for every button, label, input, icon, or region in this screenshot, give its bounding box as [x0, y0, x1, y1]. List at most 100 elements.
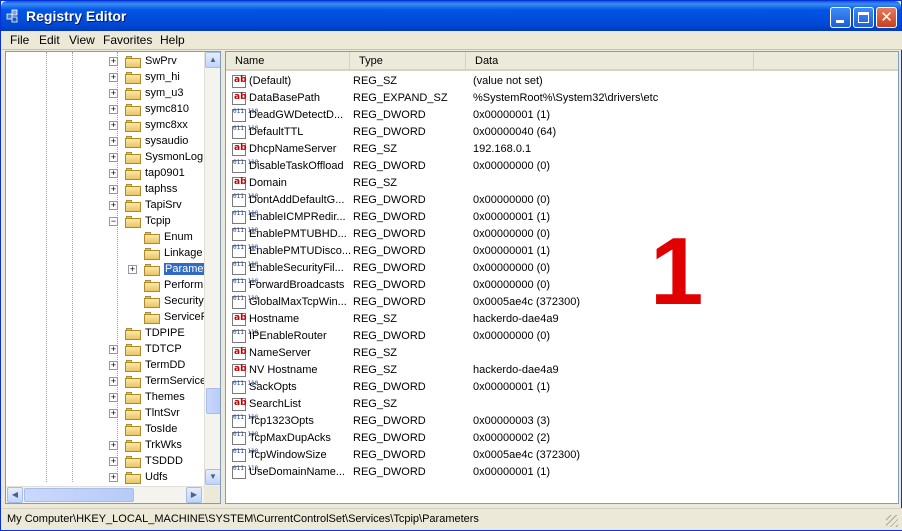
- minimize-button[interactable]: [830, 7, 851, 28]
- tree-item[interactable]: + Paramet: [6, 262, 208, 278]
- tree-item[interactable]: TDPIPE: [6, 326, 204, 342]
- scroll-left-icon[interactable]: ◀: [7, 487, 23, 503]
- tree-item-label[interactable]: TDPIPE: [145, 327, 185, 339]
- tree-item-label[interactable]: sysaudio: [145, 135, 188, 147]
- value-row[interactable]: DhcpNameServer REG_SZ 192.168.0.1: [226, 141, 898, 158]
- value-row[interactable]: DisableTaskOffload REG_DWORD 0x00000000 (0…: [226, 158, 898, 175]
- value-row[interactable]: DataBasePath REG_EXPAND_SZ %SystemRoot%\Sy…: [226, 90, 898, 107]
- expand-icon[interactable]: +: [109, 409, 118, 418]
- tree-item-label[interactable]: Enum: [164, 231, 193, 243]
- tree-item-label[interactable]: TosIde: [145, 423, 177, 435]
- key-tree-pane[interactable]: + SwPrv + sym_hi + sym_u3 + symc810 + symc8xx + sys…: [5, 51, 221, 504]
- column-header-name[interactable]: Name: [226, 52, 350, 71]
- expand-icon[interactable]: +: [109, 361, 118, 370]
- tree-item-label[interactable]: Udfs: [145, 471, 168, 483]
- expand-icon[interactable]: +: [109, 169, 118, 178]
- tree-item-label[interactable]: sym_u3: [145, 87, 184, 99]
- value-row[interactable]: SearchList REG_SZ: [226, 396, 898, 413]
- title-bar[interactable]: Registry Editor ✕: [1, 1, 901, 31]
- scroll-up-icon[interactable]: ▲: [205, 52, 220, 68]
- menu-view[interactable]: View: [69, 33, 95, 47]
- tree-item-label[interactable]: Themes: [145, 391, 185, 403]
- tree-vertical-scrollbar[interactable]: ▲ ▼: [204, 52, 220, 486]
- resize-grip-icon[interactable]: [886, 515, 898, 527]
- tree-item[interactable]: TosIde: [6, 422, 204, 438]
- tree-item[interactable]: + SysmonLog: [6, 150, 204, 166]
- tree-item-label[interactable]: symc810: [145, 103, 189, 115]
- tree-item[interactable]: + symc8xx: [6, 118, 204, 134]
- tree-item-label[interactable]: TapiSrv: [145, 199, 182, 211]
- tree-item[interactable]: + SwPrv: [6, 54, 204, 70]
- tree-scroll-thumb[interactable]: [206, 388, 220, 414]
- tree-item[interactable]: + sysaudio: [6, 134, 204, 150]
- expand-icon[interactable]: +: [109, 473, 118, 482]
- tree-item-label[interactable]: Paramet: [164, 263, 208, 275]
- tree-hscroll-thumb[interactable]: [24, 488, 134, 502]
- tree-item-label[interactable]: taphss: [145, 183, 177, 195]
- menu-favorites[interactable]: Favorites: [103, 33, 152, 47]
- value-row[interactable]: Hostname REG_SZ hackerdo-dae4a9: [226, 311, 898, 328]
- value-row[interactable]: EnableSecurityFil... REG_DWORD 0x00000000 …: [226, 260, 898, 277]
- expand-icon[interactable]: +: [109, 137, 118, 146]
- value-row[interactable]: (Default) REG_SZ (value not set): [226, 73, 898, 90]
- value-row[interactable]: NameServer REG_SZ: [226, 345, 898, 362]
- tree-item-label[interactable]: TermService: [145, 375, 206, 387]
- tree-item-label[interactable]: TermDD: [145, 359, 185, 371]
- value-row[interactable]: Domain REG_SZ: [226, 175, 898, 192]
- tree-item-label[interactable]: sym_hi: [145, 71, 180, 83]
- value-row[interactable]: SackOpts REG_DWORD 0x00000001 (1): [226, 379, 898, 396]
- expand-icon[interactable]: +: [109, 57, 118, 66]
- tree-item[interactable]: Enum: [6, 230, 204, 246]
- tree-item[interactable]: Security: [6, 294, 204, 310]
- expand-icon[interactable]: +: [109, 441, 118, 450]
- expand-icon[interactable]: +: [109, 153, 118, 162]
- tree-item[interactable]: + Themes: [6, 390, 204, 406]
- close-button[interactable]: ✕: [876, 7, 897, 28]
- tree-item-label[interactable]: SwPrv: [145, 55, 177, 67]
- scroll-down-icon[interactable]: ▼: [205, 469, 220, 485]
- tree-item[interactable]: + TermDD: [6, 358, 204, 374]
- expand-icon[interactable]: +: [109, 345, 118, 354]
- scroll-right-icon[interactable]: ▶: [186, 487, 202, 503]
- tree-item-label[interactable]: TSDDD: [145, 455, 183, 467]
- value-row[interactable]: GlobalMaxTcpWin... REG_DWORD 0x0005ae4c (3…: [226, 294, 898, 311]
- value-row[interactable]: Tcp1323Opts REG_DWORD 0x00000003 (3): [226, 413, 898, 430]
- expand-icon[interactable]: +: [109, 201, 118, 210]
- column-header-data[interactable]: Data: [466, 52, 754, 71]
- tree-item[interactable]: + TapiSrv: [6, 198, 204, 214]
- expand-icon[interactable]: +: [109, 457, 118, 466]
- tree-item[interactable]: + TSDDD: [6, 454, 204, 470]
- menu-help[interactable]: Help: [160, 33, 185, 47]
- tree-item-label[interactable]: ServiceP: [164, 311, 208, 323]
- menu-edit[interactable]: Edit: [39, 33, 60, 47]
- tree-item[interactable]: Perform: [6, 278, 204, 294]
- values-list-pane[interactable]: Name Type Data (Default) REG_SZ (value not…: [225, 51, 899, 504]
- value-row[interactable]: ForwardBroadcasts REG_DWORD 0x00000000 (0): [226, 277, 898, 294]
- expand-icon[interactable]: +: [109, 393, 118, 402]
- expand-icon[interactable]: +: [109, 185, 118, 194]
- expand-icon[interactable]: +: [128, 265, 137, 274]
- value-row[interactable]: TcpWindowSize REG_DWORD 0x0005ae4c (372300…: [226, 447, 898, 464]
- tree-item[interactable]: − Tcpip: [6, 214, 204, 230]
- tree-item-label[interactable]: TlntSvr: [145, 407, 180, 419]
- tree-item[interactable]: + TrkWks: [6, 438, 204, 454]
- value-row[interactable]: EnableICMPRedir... REG_DWORD 0x00000001 (1…: [226, 209, 898, 226]
- tree-item[interactable]: + TDTCP: [6, 342, 204, 358]
- value-row[interactable]: TcpMaxDupAcks REG_DWORD 0x00000002 (2): [226, 430, 898, 447]
- expand-icon[interactable]: +: [109, 89, 118, 98]
- value-row[interactable]: DefaultTTL REG_DWORD 0x00000040 (64): [226, 124, 898, 141]
- tree-item-label[interactable]: Perform: [164, 279, 203, 291]
- tree-item[interactable]: + tap0901: [6, 166, 204, 182]
- tree-item[interactable]: + sym_u3: [6, 86, 204, 102]
- tree-item[interactable]: + Udfs: [6, 470, 204, 486]
- expand-icon[interactable]: +: [109, 377, 118, 386]
- tree-item[interactable]: + sym_hi: [6, 70, 204, 86]
- value-row[interactable]: DontAddDefaultG... REG_DWORD 0x00000000 (0…: [226, 192, 898, 209]
- tree-item[interactable]: + symc810: [6, 102, 204, 118]
- menu-file[interactable]: File: [10, 33, 29, 47]
- tree-item[interactable]: + TermService: [6, 374, 206, 390]
- value-row[interactable]: DeadGWDetectD... REG_DWORD 0x00000001 (1): [226, 107, 898, 124]
- value-row[interactable]: IPEnableRouter REG_DWORD 0x00000000 (0): [226, 328, 898, 345]
- tree-item-label[interactable]: tap0901: [145, 167, 185, 179]
- tree-item[interactable]: + taphss: [6, 182, 204, 198]
